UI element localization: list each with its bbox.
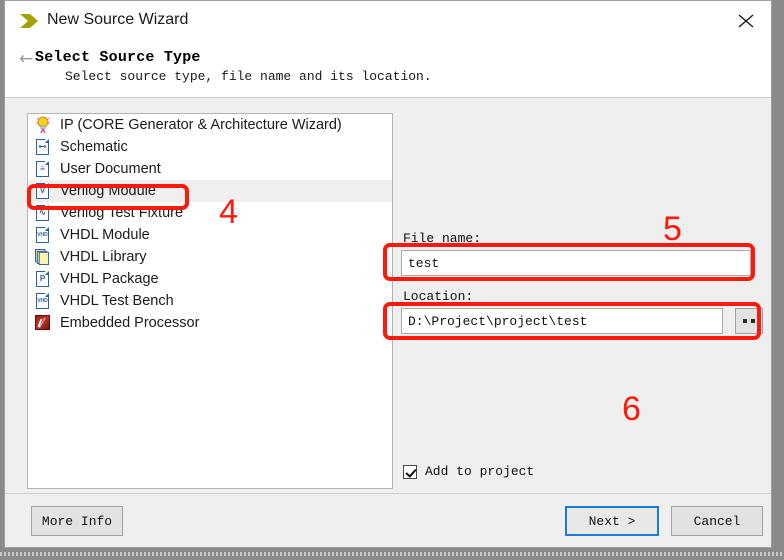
list-item[interactable]: V Verilog Module bbox=[28, 180, 392, 202]
title-bar: New Source Wizard bbox=[5, 1, 771, 41]
cancel-button[interactable]: Cancel bbox=[671, 506, 763, 536]
bottom-dotted-strip bbox=[0, 552, 784, 556]
list-item[interactable]: VHDL Library bbox=[28, 246, 392, 268]
list-item-label: Embedded Processor bbox=[60, 315, 200, 331]
list-item-label: VHDL Package bbox=[60, 271, 159, 287]
list-item-label: User Document bbox=[60, 161, 161, 177]
list-item[interactable]: ≡ User Document bbox=[28, 158, 392, 180]
add-to-project-checkbox[interactable]: Add to project bbox=[403, 464, 534, 479]
schematic-document-icon: ⊷ bbox=[34, 138, 52, 156]
list-item-label: Verilog Test Fixture bbox=[60, 205, 184, 221]
vhdl-test-bench-icon: VHD bbox=[34, 292, 52, 310]
list-item-label: Verilog Module bbox=[60, 183, 156, 199]
ellipsis-dot bbox=[751, 319, 755, 323]
list-item[interactable]: VHD VHDL Module bbox=[28, 224, 392, 246]
list-item[interactable]: P VHDL Package bbox=[28, 268, 392, 290]
page-subtitle: Select source type, file name and its lo… bbox=[65, 69, 432, 84]
list-item[interactable]: Embedded Processor bbox=[28, 312, 392, 334]
verilog-test-fixture-icon: ∿ bbox=[34, 204, 52, 222]
text-document-icon: ≡ bbox=[34, 160, 52, 178]
vhdl-package-icon: P bbox=[34, 270, 52, 288]
source-type-list[interactable]: IP (CORE Generator & Architecture Wizard… bbox=[27, 113, 393, 489]
list-item[interactable]: ∿ Verilog Test Fixture bbox=[28, 202, 392, 224]
location-label: Location: bbox=[403, 289, 474, 304]
lightbulb-icon bbox=[34, 116, 52, 134]
vhdl-module-icon: VHD bbox=[34, 226, 52, 244]
verilog-module-icon: V bbox=[34, 182, 52, 200]
more-info-button[interactable]: More Info bbox=[31, 506, 123, 536]
list-item-label: VHDL Library bbox=[60, 249, 147, 265]
screen-root: New Source Wizard ← Select Source Type S… bbox=[0, 0, 784, 560]
next-button[interactable]: Next > bbox=[565, 506, 659, 536]
page-title: Select Source Type bbox=[35, 49, 201, 66]
back-arrow-icon[interactable]: ← bbox=[19, 51, 35, 68]
list-item-label: VHDL Module bbox=[60, 227, 150, 243]
file-name-input[interactable]: test bbox=[401, 250, 751, 276]
add-to-project-label: Add to project bbox=[425, 464, 535, 479]
vhdl-library-icon bbox=[34, 248, 52, 266]
close-icon[interactable] bbox=[729, 7, 763, 35]
list-item[interactable]: ⊷ Schematic bbox=[28, 136, 392, 158]
list-item-label: VHDL Test Bench bbox=[60, 293, 174, 309]
list-item-label: IP (CORE Generator & Architecture Wizard… bbox=[60, 117, 342, 133]
list-item-label: Schematic bbox=[60, 139, 128, 155]
embedded-processor-icon bbox=[34, 314, 52, 332]
browse-button[interactable] bbox=[735, 308, 763, 334]
window-title: New Source Wizard bbox=[47, 11, 189, 28]
checkbox-box bbox=[403, 464, 417, 479]
list-item[interactable]: IP (CORE Generator & Architecture Wizard… bbox=[28, 114, 392, 136]
location-input[interactable]: D:\Project\project\test bbox=[401, 308, 723, 334]
green-arrow-icon bbox=[19, 12, 41, 30]
new-source-wizard-dialog: New Source Wizard ← Select Source Type S… bbox=[4, 0, 772, 548]
list-item[interactable]: VHD VHDL Test Bench bbox=[28, 290, 392, 312]
ellipsis-dot bbox=[743, 319, 747, 323]
file-name-label: File name: bbox=[403, 231, 482, 246]
